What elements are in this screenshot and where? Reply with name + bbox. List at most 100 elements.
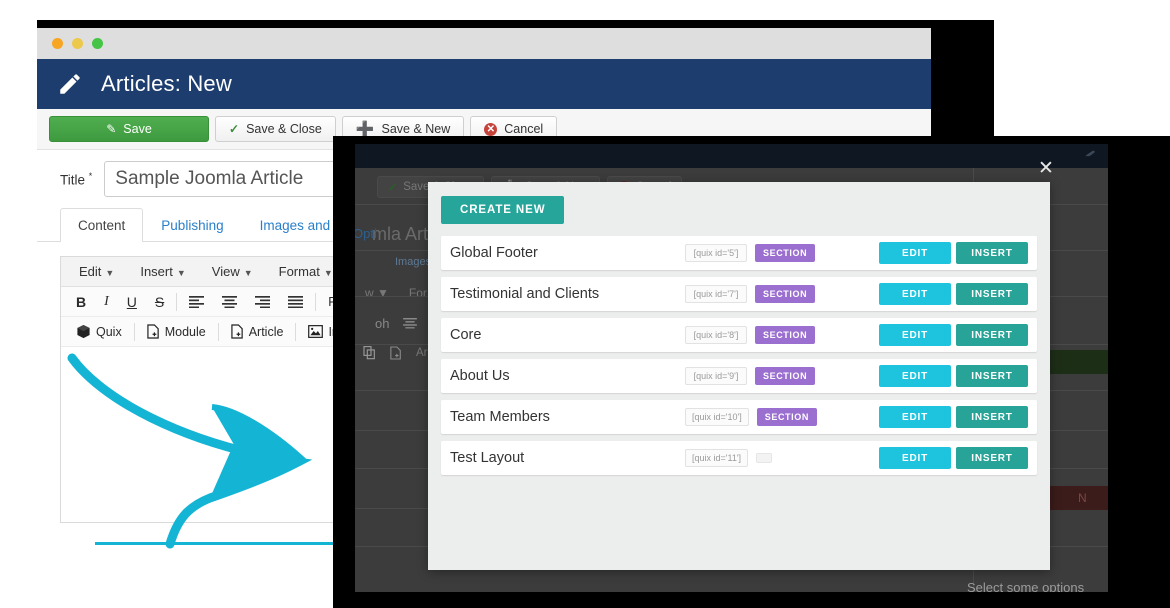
table-row[interactable]: Team Members [quix id='10'] SECTION EDIT… — [441, 400, 1037, 434]
cancel-label: Cancel — [504, 122, 543, 136]
title-label-text: Title — [60, 172, 85, 187]
insert-button[interactable]: INSERT — [956, 242, 1028, 264]
title-label: Title * — [60, 171, 92, 188]
menu-insert[interactable]: Insert▼ — [127, 264, 198, 279]
tab-content[interactable]: Content — [60, 208, 143, 242]
underline-button[interactable]: U — [118, 291, 146, 313]
check-icon: ✓ — [229, 123, 239, 135]
save-and-close-button[interactable]: ✓ Save & Close — [215, 116, 336, 142]
layout-name: Test Layout — [450, 450, 685, 466]
annotation-arrow-icon — [60, 352, 360, 552]
insert-button[interactable]: INSERT — [956, 406, 1028, 428]
tab-publishing[interactable]: Publishing — [143, 208, 241, 242]
required-marker: * — [89, 171, 93, 181]
layout-shortcode[interactable]: [quix id='8'] — [685, 326, 747, 344]
edit-button[interactable]: EDIT — [879, 324, 951, 346]
screenshot-stage: Articles: New ✎ Save ✓ Save & Close ➕ Sa… — [0, 0, 1170, 608]
strikethrough-button[interactable]: S — [146, 291, 173, 313]
image-icon — [308, 325, 323, 338]
article-icon[interactable] — [390, 346, 402, 360]
pencil-icon — [1084, 149, 1098, 159]
insert-button[interactable]: INSERT — [956, 324, 1028, 346]
close-dot[interactable] — [52, 38, 63, 49]
status-badge: SECTION — [755, 367, 815, 385]
maximize-dot[interactable] — [92, 38, 103, 49]
layout-name: About Us — [450, 368, 685, 384]
status-badge — [756, 453, 772, 463]
edit-button[interactable]: EDIT — [879, 365, 951, 387]
quix-button[interactable]: Quix — [67, 321, 131, 343]
align-center-icon[interactable] — [213, 291, 246, 313]
layout-name: Team Members — [450, 409, 685, 425]
menu-edit[interactable]: Edit▼ — [66, 264, 127, 279]
align-left-icon[interactable] — [180, 291, 213, 313]
status-badge: SECTION — [755, 285, 815, 303]
close-icon[interactable]: ✕ — [1038, 159, 1054, 178]
copy-icon[interactable] — [363, 346, 376, 360]
table-row[interactable]: Test Layout [quix id='11'] EDIT INSERT — [441, 441, 1037, 475]
align-center-icon[interactable] — [403, 318, 417, 329]
chevron-down-icon: ▼ — [105, 268, 114, 278]
page-header: Articles: New — [37, 59, 931, 109]
module-button[interactable]: Module — [138, 321, 215, 343]
paragraph-ghost: oh — [375, 316, 389, 331]
insert-button[interactable]: INSERT — [956, 447, 1028, 469]
insert-button[interactable]: INSERT — [956, 283, 1028, 305]
insert-button[interactable]: INSERT — [956, 365, 1028, 387]
editor-menubar-ghost: w ▼ For — [365, 286, 427, 300]
layout-shortcode[interactable]: [quix id='9'] — [685, 367, 747, 385]
chevron-down-icon: ▼ — [244, 268, 253, 278]
module-icon — [147, 324, 160, 339]
create-new-button[interactable]: CREATE NEW — [441, 196, 564, 224]
align-right-icon[interactable] — [246, 291, 279, 313]
layout-shortcode[interactable]: [quix id='7'] — [685, 285, 747, 303]
row-actions: EDIT INSERT — [879, 365, 1028, 387]
cube-icon — [76, 324, 91, 339]
edit-button[interactable]: EDIT — [879, 406, 951, 428]
layout-shortcode[interactable]: [quix id='5'] — [685, 244, 747, 262]
save-button-label: Save — [123, 122, 152, 136]
table-row[interactable]: Testimonial and Clients [quix id='7'] SE… — [441, 277, 1037, 311]
menu-format-ghost[interactable]: For — [409, 286, 427, 300]
minimize-dot[interactable] — [72, 38, 83, 49]
save-and-new-label: Save & New — [381, 122, 450, 136]
menu-view[interactable]: View▼ — [199, 264, 266, 279]
menu-view-ghost[interactable]: w ▼ — [365, 286, 389, 300]
status-badge: SECTION — [755, 244, 815, 262]
table-row[interactable]: Core [quix id='8'] SECTION EDIT INSERT — [441, 318, 1037, 352]
window2-navy-header — [355, 144, 1108, 168]
quix-layouts-modal: CREATE NEW Global Footer [quix id='5'] S… — [428, 182, 1050, 570]
toolbar-divider — [295, 323, 296, 341]
toolbar-divider — [218, 323, 219, 341]
save-button[interactable]: ✎ Save — [49, 116, 209, 142]
article-button[interactable]: Article — [222, 321, 293, 343]
toolbar-divider — [134, 323, 135, 341]
plus-icon: ➕ — [356, 122, 375, 137]
check-icon: ✓ — [388, 181, 397, 194]
title-input-value: Sample Joomla Article — [115, 168, 303, 190]
align-justify-icon[interactable] — [279, 291, 312, 313]
status-badge: SECTION — [755, 326, 815, 344]
layout-shortcode[interactable]: [quix id='11'] — [685, 449, 748, 467]
layout-name: Core — [450, 327, 685, 343]
toolbar-divider — [315, 293, 316, 311]
edit-button[interactable]: EDIT — [879, 447, 951, 469]
edit-button[interactable]: EDIT — [879, 283, 951, 305]
layout-name: Testimonial and Clients — [450, 286, 685, 302]
edit-button[interactable]: EDIT — [879, 242, 951, 264]
window1-titlebar — [37, 28, 931, 59]
status-badge: SECTION — [757, 408, 817, 426]
row-actions: EDIT INSERT — [879, 447, 1028, 469]
bold-button[interactable]: B — [67, 291, 95, 313]
article-icon — [231, 324, 244, 339]
images-tab-ghost: Images — [395, 256, 431, 268]
select-placeholder-ghost: Select some options — [967, 580, 1084, 592]
layout-shortcode[interactable]: [quix id='10'] — [685, 408, 749, 426]
table-row[interactable]: Global Footer [quix id='5'] SECTION EDIT… — [441, 236, 1037, 270]
row-actions: EDIT INSERT — [879, 406, 1028, 428]
table-row[interactable]: About Us [quix id='9'] SECTION EDIT INSE… — [441, 359, 1037, 393]
row-actions: EDIT INSERT — [879, 324, 1028, 346]
italic-button[interactable]: I — [95, 291, 118, 313]
toolbar-divider — [176, 293, 177, 311]
cancel-icon: ✕ — [484, 123, 497, 136]
